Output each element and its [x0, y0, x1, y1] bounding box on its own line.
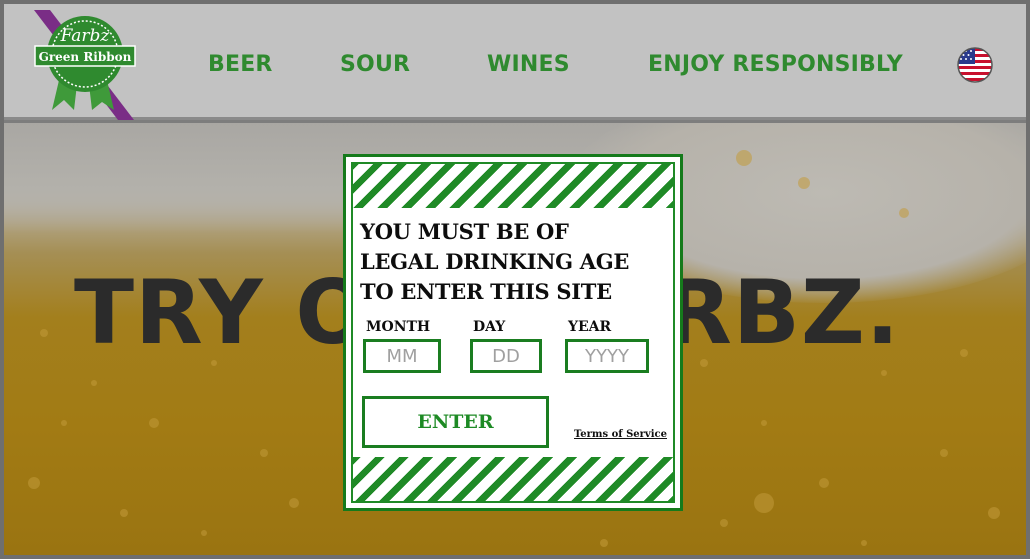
nav-enjoy-responsibly[interactable]: ENJOY RESPONSIBLY — [648, 52, 903, 77]
browser-viewport: Farbz Green Ribbon BEER SOUR WINES ENJOY… — [0, 0, 1030, 559]
year-label: YEAR — [568, 319, 612, 335]
nav-wines[interactable]: WINES — [487, 52, 570, 77]
language-selector[interactable] — [956, 46, 994, 84]
logo-script-text: Farbz — [60, 26, 111, 46]
nav-beer[interactable]: BEER — [208, 52, 273, 77]
site-header: Farbz Green Ribbon BEER SOUR WINES ENJOY… — [4, 4, 1026, 120]
modal-stripe-bottom — [351, 457, 675, 503]
age-verification-modal: YOU MUST BE OF LEGAL DRINKING AGE TO ENT… — [343, 154, 683, 511]
age-warning-line-1: YOU MUST BE OF — [360, 219, 569, 244]
green-ribbon-logo-icon: Farbz Green Ribbon — [34, 10, 136, 120]
month-label: MONTH — [366, 319, 431, 335]
terms-of-service-link[interactable]: Terms of Service — [574, 429, 667, 440]
modal-stripe-top — [351, 162, 675, 208]
age-warning-heading: YOU MUST BE OF LEGAL DRINKING AGE TO ENT… — [360, 217, 676, 307]
site-logo[interactable]: Farbz Green Ribbon — [30, 6, 140, 120]
month-input[interactable] — [363, 339, 441, 373]
enter-button[interactable]: ENTER — [362, 396, 549, 448]
nav-sour[interactable]: SOUR — [340, 52, 410, 77]
day-label: DAY — [473, 319, 506, 335]
year-input[interactable] — [565, 339, 649, 373]
age-warning-line-3: TO ENTER THIS SITE — [360, 279, 612, 304]
logo-ribbon-text: Green Ribbon — [39, 50, 132, 64]
day-input[interactable] — [470, 339, 542, 373]
us-flag-icon — [957, 47, 993, 83]
age-warning-line-2: LEGAL DRINKING AGE — [360, 249, 630, 274]
